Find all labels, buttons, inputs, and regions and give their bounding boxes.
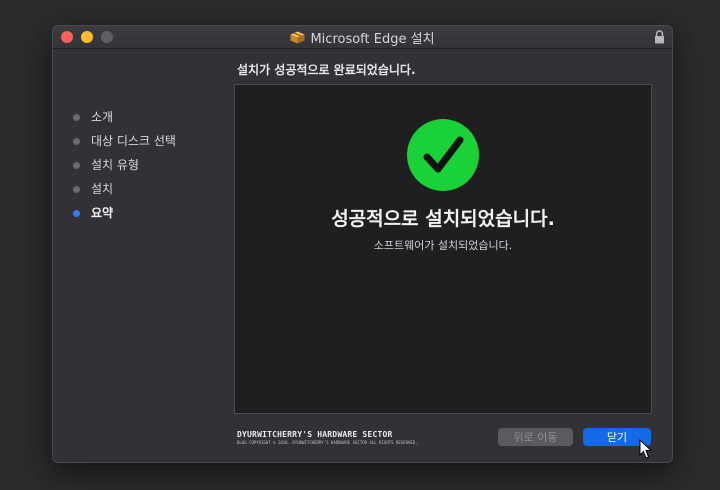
window-title: Microsoft Edge 설치	[310, 31, 435, 47]
package-icon	[290, 31, 305, 43]
brand-title: DYURWITCHERRY'S HARDWARE SECTOR	[237, 430, 393, 439]
step-installation-type: 설치 유형	[73, 152, 176, 176]
installer-window: Microsoft Edge 설치 설치가 성공적으로 완료되었습니다. 소개 …	[52, 25, 673, 463]
step-label: 요약	[91, 205, 114, 220]
step-label: 설치 유형	[91, 157, 139, 172]
success-title: 성공적으로 설치되었습니다.	[331, 208, 555, 230]
step-dot	[73, 137, 80, 145]
mouse-pointer-icon	[639, 439, 653, 459]
step-dot-active	[73, 209, 80, 217]
brand-watermark: DYURWITCHERRY'S HARDWARE SECTOR BLOG COP…	[237, 430, 418, 445]
header-status-text: 설치가 성공적으로 완료되었습니다.	[237, 63, 416, 77]
brand-copyright: BLOG COPYRIGHT © 2010. DYURWITCHERRY'S H…	[237, 440, 418, 445]
step-label: 대상 디스크 선택	[91, 133, 176, 148]
step-dot	[73, 113, 80, 121]
step-label: 설치	[91, 181, 114, 196]
step-dot	[73, 185, 80, 193]
step-destination: 대상 디스크 선택	[73, 128, 176, 152]
step-installation: 설치	[73, 176, 176, 200]
step-summary: 요약	[73, 200, 176, 224]
success-subtitle: 소프트웨어가 설치되었습니다.	[373, 239, 513, 252]
step-introduction: 소개	[73, 104, 176, 128]
checkmark-circle-icon	[407, 119, 479, 191]
content-panel: 성공적으로 설치되었습니다. 소프트웨어가 설치되었습니다.	[234, 84, 652, 414]
lock-icon	[655, 30, 664, 44]
title-bar: Microsoft Edge 설치	[53, 26, 672, 49]
step-label: 소개	[91, 109, 114, 124]
back-button[interactable]: 뒤로 이동	[498, 428, 573, 446]
installer-steps: 소개 대상 디스크 선택 설치 유형 설치 요약	[73, 104, 176, 224]
step-dot	[73, 161, 80, 169]
